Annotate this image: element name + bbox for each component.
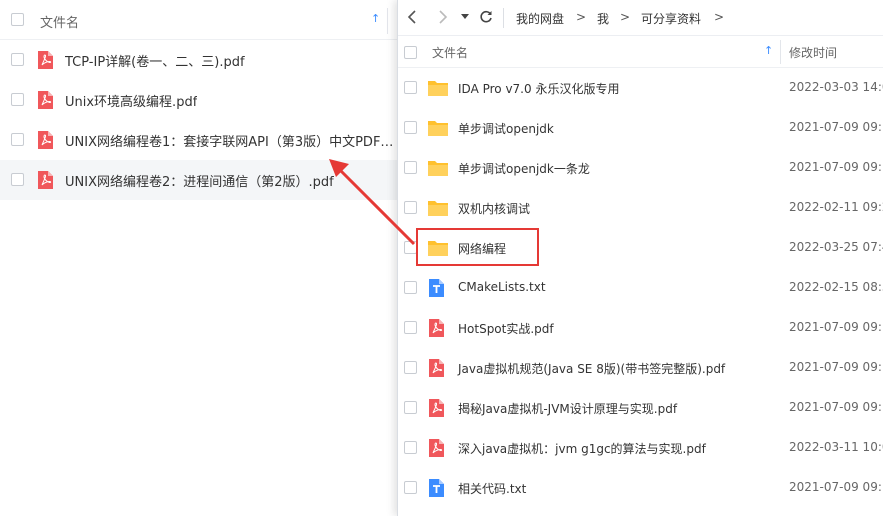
row-checkbox[interactable]: [11, 173, 24, 186]
folder-row[interactable]: 单步调试openjdk一条龙 2021-07-09 09:1: [398, 148, 883, 188]
row-checkbox[interactable]: [404, 161, 417, 174]
row-checkbox[interactable]: [11, 53, 24, 66]
pdf-file-icon: [37, 50, 54, 70]
row-checkbox[interactable]: [404, 361, 417, 374]
row-checkbox[interactable]: [404, 481, 417, 494]
row-checkbox[interactable]: [404, 281, 417, 294]
file-row[interactable]: TCP-IP详解(卷一、二、三).pdf: [0, 40, 400, 80]
file-row[interactable]: Java虚拟机规范(Java SE 8版)(带书签完整版).pdf 2021-07…: [398, 348, 883, 388]
column-divider[interactable]: [387, 8, 388, 34]
history-dropdown-button[interactable]: [459, 6, 471, 28]
modified-time: 2022-03-03 14:0: [789, 80, 883, 94]
row-checkbox[interactable]: [404, 201, 417, 214]
modified-time: 2021-07-09 09:1: [789, 320, 883, 334]
file-name[interactable]: TCP-IP详解(卷一、二、三).pdf: [65, 51, 245, 70]
file-name[interactable]: CMakeLists.txt: [458, 280, 546, 294]
toolbar-divider: [503, 8, 504, 28]
file-list-header: 文件名 ↑ 修改时间: [398, 36, 883, 68]
breadcrumb-separator[interactable]: >: [714, 10, 724, 24]
modified-time: 2021-07-09 09:1: [789, 160, 883, 174]
file-name[interactable]: Java虚拟机规范(Java SE 8版)(带书签完整版).pdf: [458, 360, 725, 377]
modified-time-column-header[interactable]: 修改时间: [789, 44, 837, 61]
folder-icon: [427, 199, 449, 217]
select-all-checkbox[interactable]: [404, 46, 417, 59]
modified-time: 2022-02-11 09:2: [789, 200, 883, 214]
file-name[interactable]: 双机内核调试: [458, 200, 530, 217]
folder-row[interactable]: 单步调试openjdk 2021-07-09 09:1: [398, 108, 883, 148]
pdf-file-icon: [428, 398, 445, 418]
file-name[interactable]: 深入java虚拟机：jvm g1gc的算法与实现.pdf: [458, 440, 706, 457]
pdf-file-icon: [37, 170, 54, 190]
file-name[interactable]: 相关代码.txt: [458, 480, 526, 497]
background-file-list: 文件名 ↑ TCP-IP详解(卷一、二、三).pdf Unix环境高级编程.pdf…: [0, 0, 400, 516]
file-name[interactable]: 单步调试openjdk一条龙: [458, 160, 590, 177]
forward-button[interactable]: [435, 6, 451, 28]
file-row[interactable]: 相关代码.txt 2021-07-09 09:1: [398, 468, 883, 508]
column-divider[interactable]: [780, 40, 781, 64]
pdf-file-icon: [37, 130, 54, 150]
breadcrumb-separator[interactable]: >: [576, 10, 586, 24]
file-row[interactable]: 揭秘Java虚拟机-JVM设计原理与实现.pdf 2021-07-09 09:1: [398, 388, 883, 428]
left-list-header: 文件名 ↑: [0, 0, 400, 40]
pdf-file-icon: [37, 90, 54, 110]
file-row[interactable]: Unix环境高级编程.pdf: [0, 80, 400, 120]
file-row[interactable]: HotSpot实战.pdf 2021-07-09 09:1: [398, 308, 883, 348]
pdf-file-icon: [428, 438, 445, 458]
folder-icon: [427, 79, 449, 97]
row-checkbox[interactable]: [404, 81, 417, 94]
refresh-icon: [480, 10, 492, 23]
file-name[interactable]: HotSpot实战.pdf: [458, 320, 554, 337]
breadcrumb-me[interactable]: 我: [597, 10, 609, 27]
file-name[interactable]: 单步调试openjdk: [458, 120, 554, 137]
file-name[interactable]: 揭秘Java虚拟机-JVM设计原理与实现.pdf: [458, 400, 677, 417]
caret-down-icon: [461, 14, 469, 19]
refresh-button[interactable]: [477, 6, 495, 28]
row-checkbox[interactable]: [404, 441, 417, 454]
folder-icon: [427, 159, 449, 177]
name-column-header[interactable]: 文件名: [432, 44, 468, 61]
pdf-file-icon: [428, 358, 445, 378]
row-checkbox[interactable]: [11, 93, 24, 106]
file-row[interactable]: UNIX网络编程卷1：套接字联网API（第3版）中文PDF版...: [0, 120, 400, 160]
modified-time: 2021-07-09 09:1: [789, 400, 883, 414]
text-file-icon: [428, 278, 445, 298]
back-button[interactable]: [404, 6, 420, 28]
pdf-file-icon: [428, 318, 445, 338]
name-column-header[interactable]: 文件名: [40, 12, 79, 31]
modified-time: 2022-03-25 07:4: [789, 240, 883, 254]
file-name[interactable]: UNIX网络编程卷2：进程间通信（第2版）.pdf: [65, 171, 334, 190]
file-row[interactable]: CMakeLists.txt 2022-02-15 08:3: [398, 268, 883, 308]
folder-icon: [427, 119, 449, 137]
row-checkbox[interactable]: [404, 121, 417, 134]
folder-row[interactable]: IDA Pro v7.0 永乐汉化版专用 2022-03-03 14:0: [398, 68, 883, 108]
row-checkbox[interactable]: [11, 133, 24, 146]
text-file-icon: [428, 478, 445, 498]
file-name[interactable]: UNIX网络编程卷1：套接字联网API（第3版）中文PDF版...: [65, 131, 395, 150]
chevron-right-icon: [439, 10, 448, 24]
file-row[interactable]: UNIX网络编程卷2：进程间通信（第2版）.pdf: [0, 160, 400, 200]
modified-time: 2021-07-09 09:1: [789, 480, 883, 494]
modified-time: 2021-07-09 09:1: [789, 360, 883, 374]
highlight-box: [416, 228, 539, 266]
modified-time: 2021-07-09 09:1: [789, 120, 883, 134]
chevron-left-icon: [407, 10, 416, 24]
row-checkbox[interactable]: [404, 321, 417, 334]
modified-time: 2022-02-15 08:3: [789, 280, 883, 294]
sort-asc-icon[interactable]: ↑: [371, 12, 380, 25]
file-name[interactable]: Unix环境高级编程.pdf: [65, 91, 197, 110]
file-name[interactable]: IDA Pro v7.0 永乐汉化版专用: [458, 80, 619, 97]
breadcrumb-shareable[interactable]: 可分享资料: [641, 10, 701, 27]
breadcrumb-my-drive[interactable]: 我的网盘: [516, 10, 564, 27]
modified-time: 2022-03-11 10:0: [789, 440, 883, 454]
row-checkbox[interactable]: [404, 401, 417, 414]
file-row[interactable]: 深入java虚拟机：jvm g1gc的算法与实现.pdf 2022-03-11 1…: [398, 428, 883, 468]
navigation-toolbar: 我的网盘 > 我 > 可分享资料 >: [398, 0, 883, 36]
select-all-checkbox[interactable]: [11, 13, 24, 26]
folder-row[interactable]: 双机内核调试 2022-02-11 09:2: [398, 188, 883, 228]
sort-asc-icon[interactable]: ↑: [764, 44, 773, 57]
breadcrumb-separator[interactable]: >: [620, 10, 630, 24]
